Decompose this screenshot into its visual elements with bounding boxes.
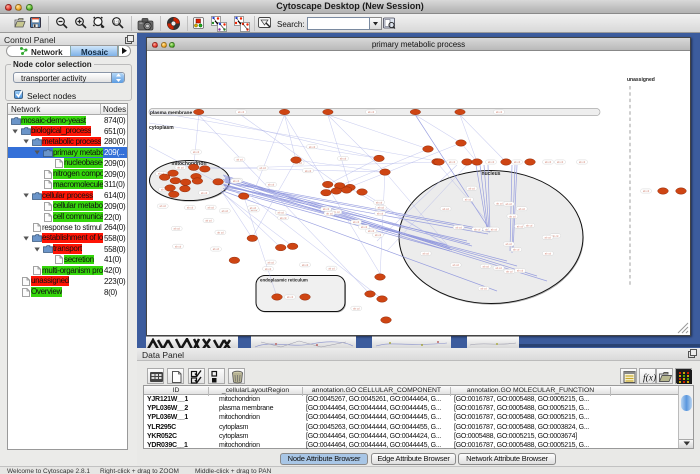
svg-text:ab cd: ab cd [517, 269, 524, 273]
svg-text:ab cd: ab cd [449, 160, 456, 164]
svg-text:ab cd: ab cd [377, 211, 384, 215]
svg-text:ab cd: ab cd [160, 204, 167, 208]
svg-text:ab cd: ab cd [453, 263, 460, 267]
svg-text:ab cd: ab cd [309, 145, 316, 149]
svg-text:ab cd: ab cd [259, 166, 266, 170]
svg-text:ab cd: ab cd [643, 189, 650, 193]
svg-text:endoplasmic reticulum: endoplasmic reticulum [260, 278, 308, 283]
svg-text:ab cd: ab cd [193, 150, 200, 154]
svg-text:ab cd: ab cd [455, 225, 462, 229]
svg-text:ab cd: ab cd [250, 206, 257, 210]
svg-text:ab cd: ab cd [496, 110, 503, 114]
svg-text:ab cd: ab cd [233, 179, 240, 183]
svg-text:ab cd: ab cd [328, 266, 335, 270]
svg-text:ab cd: ab cd [236, 157, 243, 161]
svg-text:ab cd: ab cd [368, 229, 375, 233]
svg-text:ab cd: ab cd [268, 183, 275, 187]
svg-text:ab cd: ab cd [287, 295, 294, 299]
svg-text:ab cd: ab cd [368, 110, 375, 114]
svg-text:ab cd: ab cd [495, 266, 502, 270]
svg-text:ab cd: ab cd [465, 198, 472, 202]
svg-text:ab cd: ab cd [361, 225, 368, 229]
svg-text:ab cd: ab cd [326, 211, 333, 215]
svg-text:ab cd: ab cd [302, 263, 309, 267]
svg-text:ab cd: ab cd [208, 205, 215, 209]
svg-text:ab cd: ab cd [268, 260, 275, 264]
svg-text:ab cd: ab cd [442, 207, 449, 211]
svg-text:ab cd: ab cd [545, 235, 552, 239]
svg-text:ab cd: ab cd [376, 200, 383, 204]
svg-text:ab cd: ab cd [519, 207, 526, 211]
svg-text:ab cd: ab cd [278, 211, 285, 215]
svg-text:ab cd: ab cd [353, 220, 360, 224]
svg-text:ab cd: ab cd [174, 227, 181, 231]
svg-text:nucleus: nucleus [482, 171, 501, 177]
svg-text:ab cd: ab cd [509, 214, 516, 218]
svg-text:ab cd: ab cd [205, 219, 212, 223]
svg-text:ab cd: ab cd [265, 267, 272, 271]
svg-text:1:1: 1:1 [113, 19, 120, 24]
svg-text:ab cd: ab cd [305, 169, 312, 173]
svg-text:ab cd: ab cd [496, 201, 503, 205]
svg-text:f(x): f(x) [643, 372, 656, 383]
svg-text:ab cd: ab cd [423, 252, 430, 256]
svg-text:ab cd: ab cd [323, 207, 330, 211]
svg-text:ab cd: ab cd [506, 242, 513, 246]
svg-text:ab cd: ab cd [579, 160, 586, 164]
svg-text:ab cd: ab cd [238, 110, 245, 114]
svg-text:ab cd: ab cd [177, 166, 184, 170]
svg-text:ab cd: ab cd [280, 216, 287, 220]
svg-text:unassigned: unassigned [627, 77, 655, 83]
svg-text:plasma membrane: plasma membrane [150, 110, 192, 116]
svg-text:ab cd: ab cd [201, 191, 208, 195]
svg-text:ab cd: ab cd [217, 230, 224, 234]
svg-text:ab cd: ab cd [513, 248, 520, 252]
svg-text:ab cd: ab cd [468, 186, 475, 190]
svg-text:ab cd: ab cd [488, 160, 495, 164]
svg-text:ab cd: ab cd [545, 252, 552, 256]
svg-text:ab cd: ab cd [545, 160, 552, 164]
svg-text:ab cd: ab cd [375, 233, 382, 237]
svg-text:ab cd: ab cd [175, 244, 182, 248]
svg-text:ab cd: ab cd [340, 157, 347, 161]
svg-text:ab cd: ab cd [187, 206, 194, 210]
svg-text:ab cd: ab cd [222, 209, 229, 213]
svg-text:cytoplasm: cytoplasm [149, 125, 174, 131]
svg-text:ab cd: ab cd [506, 202, 513, 206]
svg-text:ab cd: ab cd [480, 287, 487, 291]
svg-text:ab cd: ab cd [517, 224, 524, 228]
svg-text:ab cd: ab cd [483, 264, 490, 268]
svg-text:ab cd: ab cd [491, 227, 498, 231]
svg-text:ab cd: ab cd [506, 270, 513, 274]
svg-text:ab cd: ab cd [526, 224, 533, 228]
svg-text:ab cd: ab cd [557, 160, 564, 164]
svg-text:ab cd: ab cd [474, 227, 481, 231]
svg-text:ab cd: ab cd [378, 206, 385, 210]
svg-text:ab cd: ab cd [514, 160, 521, 164]
svg-text:ab cd: ab cd [353, 306, 360, 310]
svg-text:ab cd: ab cd [213, 247, 220, 251]
